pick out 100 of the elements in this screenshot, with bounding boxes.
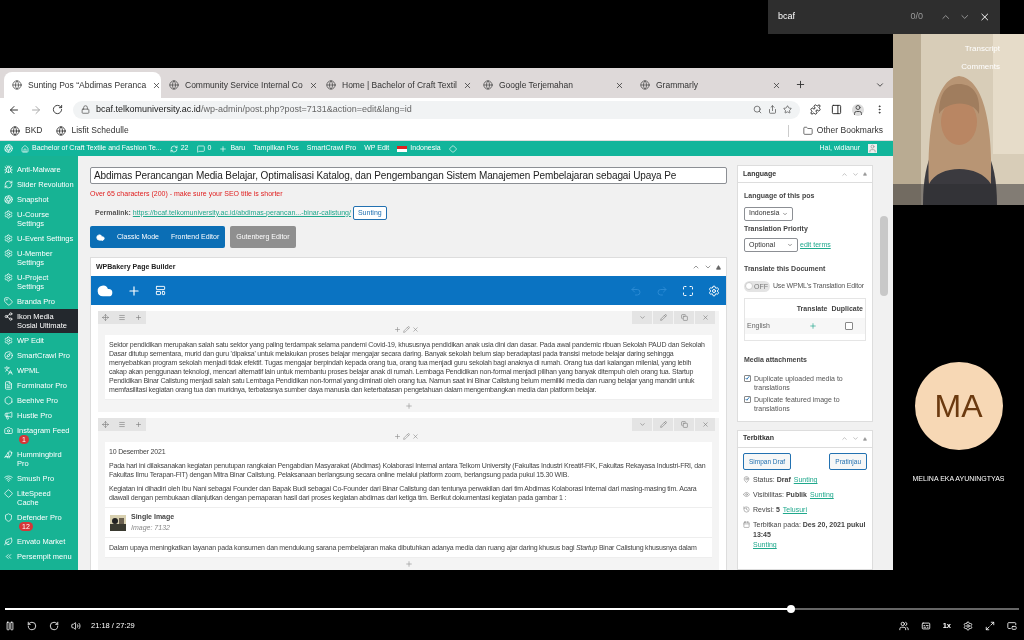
bookmark-link[interactable]: BKD [25, 124, 43, 137]
pencil-icon[interactable] [659, 421, 667, 428]
scrollbar[interactable] [880, 216, 888, 296]
search-icon[interactable] [753, 105, 762, 114]
avatar-icon [868, 144, 877, 153]
add-icon[interactable] [404, 402, 413, 410]
form-icon [4, 381, 13, 390]
people-icon[interactable] [898, 620, 909, 631]
collapse-icon [4, 552, 13, 561]
profile-icon[interactable] [852, 103, 864, 116]
diamond-icon [4, 489, 13, 498]
caret-icon[interactable] [638, 314, 646, 321]
fullscreen-icon[interactable] [985, 620, 995, 631]
close-icon[interactable] [615, 80, 624, 90]
calendar-icon [743, 521, 750, 529]
lock-icon [81, 105, 90, 114]
browser-tab[interactable]: Home | Bachelor of Craft Textil [318, 72, 475, 98]
tag-icon [4, 297, 13, 306]
chevron-up-icon[interactable] [841, 435, 848, 442]
chevron-down-icon [782, 210, 789, 217]
collapse-icon[interactable] [716, 264, 721, 270]
layout-icon[interactable] [117, 314, 127, 321]
side-panel-icon[interactable] [831, 104, 842, 115]
pause-icon[interactable] [5, 620, 15, 631]
settings-icon[interactable] [963, 620, 973, 631]
close-icon[interactable] [152, 80, 162, 90]
caret-icon[interactable] [638, 421, 646, 428]
browser-tab[interactable]: Community Service Internal Co [161, 72, 318, 98]
reload-icon[interactable] [52, 104, 63, 115]
chevron-down-icon[interactable] [852, 170, 859, 178]
share-icon[interactable] [768, 105, 777, 114]
cloud-icon [96, 232, 105, 242]
globe-icon [12, 80, 22, 90]
aperture-icon [4, 195, 13, 204]
back-icon[interactable] [8, 103, 20, 116]
chevron-down-icon[interactable] [852, 435, 859, 442]
find-field[interactable]: bcaf [778, 10, 903, 24]
forward-icon[interactable] [49, 620, 59, 631]
close-icon[interactable] [462, 80, 472, 90]
bookmark-link[interactable]: Other Bookmarks [816, 124, 883, 137]
add-icon[interactable] [135, 421, 142, 428]
add-icon[interactable] [127, 283, 141, 298]
overlay-link[interactable]: Transcript [964, 43, 1000, 55]
gear-icon [4, 210, 13, 219]
volume-icon[interactable] [71, 620, 81, 631]
avatar: MA [914, 362, 1003, 450]
close-icon[interactable] [772, 80, 781, 90]
add-icon[interactable] [809, 322, 817, 330]
puzzle-icon[interactable] [810, 104, 821, 115]
language-icon [4, 366, 13, 375]
overlay-link[interactable]: Comments [961, 61, 1000, 73]
comment-icon [196, 144, 205, 153]
browser-tab[interactable]: Google Terjemahan [475, 72, 632, 98]
progress-handle[interactable] [786, 605, 795, 613]
browser-tab[interactable]: Grammarly [632, 72, 789, 98]
captions-icon[interactable] [920, 620, 931, 631]
star-icon[interactable] [783, 105, 792, 114]
add-icon[interactable] [404, 560, 413, 568]
layout-icon[interactable] [117, 421, 127, 428]
browser-tab[interactable]: Sunting Pos “Abdimas Peranca [4, 72, 161, 98]
bookmark-link[interactable]: Lisfit Schedulle [71, 124, 129, 137]
checkbox[interactable] [744, 395, 751, 403]
add-icon[interactable] [135, 314, 142, 321]
settings-icon[interactable] [708, 284, 720, 297]
collapse-icon[interactable] [863, 172, 867, 176]
add-icon[interactable] [394, 433, 401, 440]
hexagon-icon [4, 396, 13, 405]
picture-in-picture-icon[interactable] [1007, 620, 1017, 631]
gear-icon [4, 234, 13, 243]
chevron-down-icon[interactable] [704, 263, 712, 271]
refresh-icon [169, 144, 178, 153]
pencil-icon[interactable] [659, 314, 667, 321]
new-tab-icon[interactable] [795, 79, 806, 90]
address-bar[interactable]: bcaf.telkomuniversity.ac.id/wp-admin/post.php?post=7131&action=edit&lang=id [73, 100, 800, 119]
pencil-icon[interactable] [403, 326, 410, 333]
checkbox[interactable] [744, 374, 751, 382]
chevron-up-icon[interactable] [841, 170, 848, 178]
rewind-icon[interactable] [27, 620, 37, 631]
add-icon[interactable] [394, 326, 401, 333]
template-icon[interactable] [155, 285, 166, 296]
megaphone-icon [4, 411, 13, 420]
move-icon[interactable] [102, 421, 109, 428]
title-field[interactable]: Abdimas Perancangan Media Belajar, Optimalisasi Katalog, dan Pengembangan Sistem Manajemen Pembelajaran sebagai Upaya Pe [90, 167, 727, 184]
globe-icon [483, 80, 493, 90]
camera-icon [4, 426, 13, 435]
share-icon [4, 312, 13, 321]
collapse-icon[interactable] [863, 436, 867, 441]
tab-list-icon[interactable] [875, 80, 885, 90]
duplicate-checkbox[interactable] [845, 322, 853, 330]
globe-icon [10, 125, 20, 136]
close-icon[interactable] [978, 11, 990, 23]
folder-icon [802, 125, 813, 136]
url-text: bcaf.telkomuniversity.ac.id/wp-admin/post.php?post=7131&action=edit&lang=id [96, 102, 413, 116]
shield-icon [4, 513, 13, 522]
move-icon[interactable] [102, 314, 109, 321]
copy-icon[interactable] [680, 421, 688, 428]
close-icon[interactable] [308, 80, 318, 90]
pencil-icon[interactable] [403, 433, 410, 440]
chevron-up-icon[interactable] [692, 263, 700, 271]
copy-icon[interactable] [680, 314, 688, 321]
